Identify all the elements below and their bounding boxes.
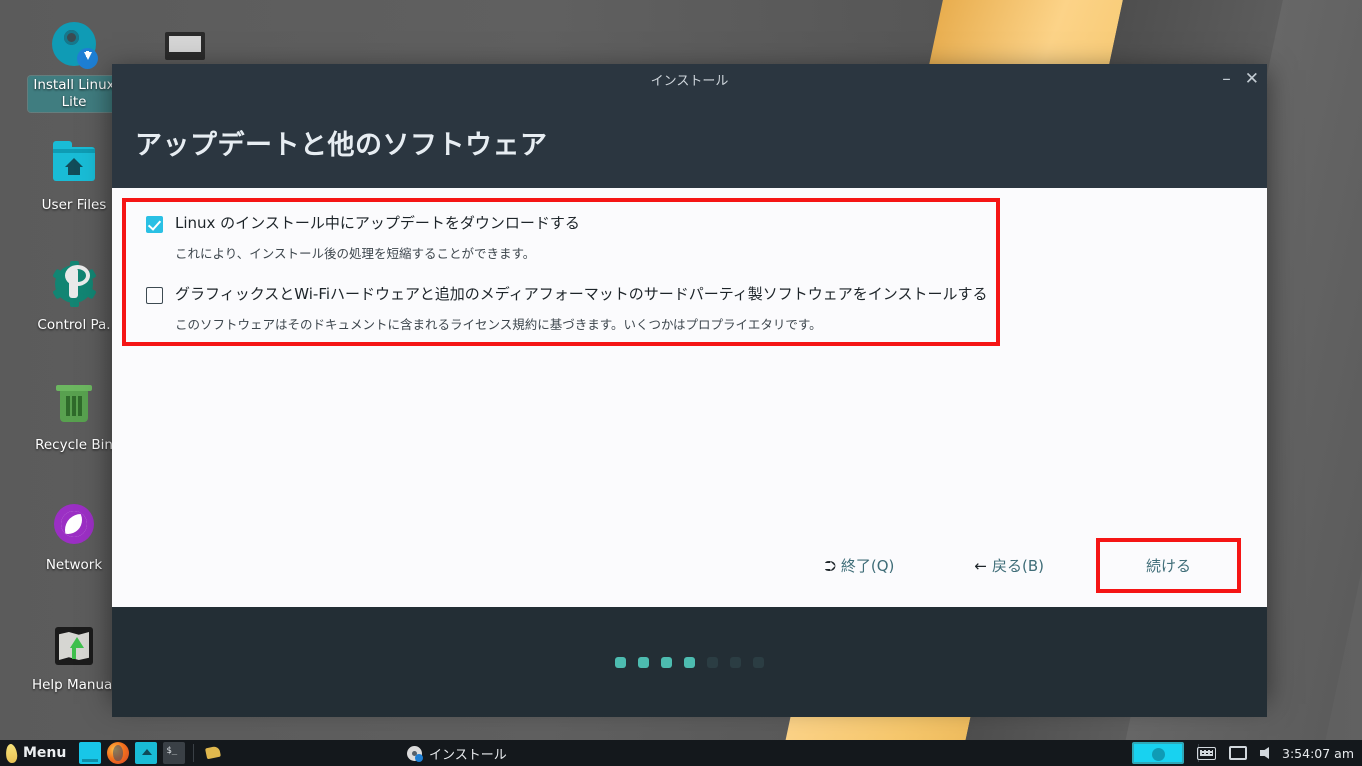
boot-repair-icon[interactable] (202, 742, 224, 764)
installer-window[interactable]: インストール – ✕ アップデートと他のソフトウェア Linux のインストール… (112, 64, 1267, 717)
third-party-software-checkbox[interactable] (146, 287, 163, 304)
back-button-label: 戻る(B) (991, 557, 1044, 575)
recycle-bin-icon (50, 382, 98, 430)
close-icon[interactable]: ✕ (1245, 71, 1259, 88)
desktop-icon-label: Install Linux Lite (28, 76, 120, 112)
option-download-updates[interactable]: Linux のインストール中にアップデートをダウンロードする これにより、インス… (146, 214, 1106, 262)
taskbar[interactable]: Menu インストール 3:54:07 am (0, 740, 1362, 766)
progress-dot (615, 656, 626, 668)
menu-button[interactable]: Menu (0, 740, 76, 766)
progress-dot (684, 656, 695, 668)
desktop-icon-help-manual[interactable]: Help Manual (28, 622, 120, 695)
system-tray[interactable]: 3:54:07 am (1197, 746, 1354, 761)
quit-button[interactable]: ⮊ 終了(Q) (810, 546, 908, 585)
progress-dot (661, 656, 672, 668)
desktop-icon-label: Help Manual (31, 677, 117, 693)
installer-content: Linux のインストール中にアップデートをダウンロードする これにより、インス… (112, 188, 1267, 607)
volume-icon[interactable] (1260, 747, 1269, 759)
progress-dot (707, 656, 718, 668)
clock[interactable]: 3:54:07 am (1282, 746, 1354, 761)
display-icon[interactable] (1229, 746, 1247, 760)
firefox-icon[interactable] (107, 742, 130, 764)
page-header: アップデートと他のソフトウェア (112, 95, 1267, 188)
workspace-thumbnail-button[interactable] (1132, 742, 1184, 764)
desktop-icon-recycle-bin[interactable]: Recycle Bin (28, 382, 120, 455)
desktop-icon-label: Control Pa. (37, 317, 111, 333)
desktop-icon-install-linux-lite[interactable]: Install Linux Lite (28, 22, 120, 112)
third-party-software-description: このソフトウェアはそのドキュメントに含まれるライセンス規約に基づきます。いくつか… (175, 317, 822, 332)
network-globe-icon (50, 502, 98, 550)
desktop-screen-thumbnail (165, 32, 205, 60)
progress-dot (753, 656, 764, 668)
terminal-icon[interactable] (163, 742, 186, 764)
continue-button[interactable]: 続ける (1095, 538, 1241, 593)
keyboard-layout-icon[interactable] (1197, 746, 1216, 760)
install-disc-icon (50, 22, 98, 70)
installer-window-icon (407, 745, 423, 762)
help-map-icon (50, 622, 98, 670)
desktop-icon-network[interactable]: Network (28, 502, 120, 575)
taskbar-window-label: インストール (429, 747, 507, 763)
third-party-software-label: グラフィックスとWi-Fiハードウェアと追加のメディアフォーマットのサードパーテ… (175, 285, 988, 303)
window-titlebar[interactable]: インストール – ✕ (112, 64, 1267, 95)
file-manager-icon[interactable] (135, 742, 158, 764)
download-updates-description: これにより、インストール後の処理を短縮することができます。 (175, 246, 536, 261)
footer-buttons: ⮊ 終了(Q) ← 戻る(B) 続ける (810, 538, 1251, 593)
desktop-icon-control-panel[interactable]: Control Pa. (28, 261, 120, 335)
quit-button-label: 終了(Q) (840, 557, 895, 575)
window-title: インストール (650, 74, 729, 89)
progress-dots (112, 607, 1267, 717)
taskbar-separator (193, 744, 195, 762)
progress-dot (730, 656, 741, 668)
minimize-icon[interactable]: – (1222, 71, 1231, 88)
back-button[interactable]: ← 戻る(B) (960, 546, 1058, 585)
progress-dot (638, 656, 649, 668)
download-updates-checkbox[interactable] (146, 216, 163, 233)
continue-button-label: 続ける (1145, 557, 1191, 575)
taskbar-window-button[interactable]: インストール (407, 744, 507, 763)
control-panel-icon (50, 261, 98, 310)
option-third-party-software[interactable]: グラフィックスとWi-Fiハードウェアと追加のメディアフォーマットのサードパーテ… (146, 285, 1146, 333)
page-title: アップデートと他のソフトウェア (135, 130, 548, 161)
menu-logo-icon (5, 742, 18, 764)
quit-icon: ⮊ (824, 556, 836, 575)
window-controls: – ✕ (1222, 64, 1259, 95)
home-folder-icon (50, 141, 98, 190)
menu-button-label: Menu (23, 745, 67, 761)
back-arrow-icon: ← (974, 556, 987, 575)
show-desktop-icon[interactable] (79, 742, 102, 764)
desktop-icon-user-files[interactable]: User Files (28, 141, 120, 215)
desktop-icon-label: User Files (41, 197, 107, 213)
desktop-icon-label: Network (45, 557, 103, 573)
download-updates-label: Linux のインストール中にアップデートをダウンロードする (175, 214, 580, 232)
desktop-icon-label: Recycle Bin (35, 437, 113, 453)
